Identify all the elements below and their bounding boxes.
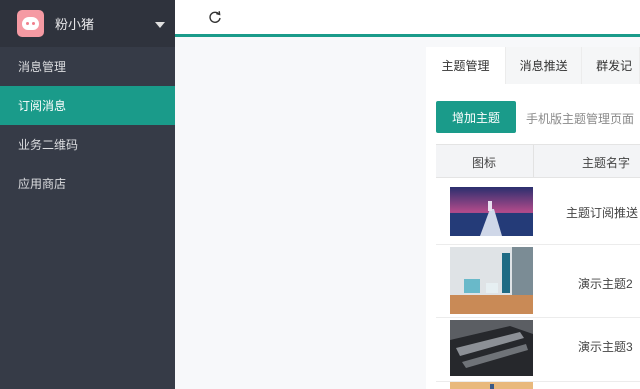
topic-thumbnail xyxy=(450,247,533,314)
brand-header[interactable]: 粉小猪 xyxy=(0,0,175,47)
topic-panel: 主题管理 消息推送 群发记 增加主题 手机版主题管理页面 图标 主题名字 主题订… xyxy=(426,47,640,389)
sidebar-item-label: 业务二维码 xyxy=(18,138,79,152)
table-row[interactable]: 演示主题2 xyxy=(436,245,640,318)
sidebar-item-business-qrcode[interactable]: 业务二维码 xyxy=(0,125,175,164)
table-header: 图标 主题名字 xyxy=(436,144,640,178)
sidebar-item-label: 应用商店 xyxy=(18,177,67,191)
topic-thumbnail xyxy=(450,320,533,376)
sidebar-item-label: 消息管理 xyxy=(18,60,67,74)
add-topic-button[interactable]: 增加主题 xyxy=(436,101,516,133)
sidebar-item-message-management[interactable]: 消息管理 xyxy=(0,47,175,86)
chevron-down-icon[interactable] xyxy=(155,22,165,28)
mobile-topic-page-hint[interactable]: 手机版主题管理页面 xyxy=(526,110,634,127)
sidebar: 粉小猪 消息管理 订阅消息 业务二维码 应用商店 xyxy=(0,0,175,389)
tab-label: 主题管理 xyxy=(441,59,490,73)
brand-name: 粉小猪 xyxy=(55,17,95,32)
tab-label: 群发记 xyxy=(596,59,633,73)
topic-thumbnail xyxy=(450,382,533,389)
column-divider xyxy=(533,145,534,177)
tab-label: 消息推送 xyxy=(519,59,568,73)
column-header-icon: 图标 xyxy=(472,156,497,170)
avatar xyxy=(17,10,44,37)
table-row[interactable]: 演示主题3 xyxy=(436,318,640,382)
topic-name: 主题订阅推送 xyxy=(566,206,639,220)
column-header-topic-name: 主题名字 xyxy=(582,156,631,170)
top-bar xyxy=(175,0,640,34)
refresh-icon[interactable] xyxy=(208,10,222,24)
tab-message-push[interactable]: 消息推送 xyxy=(505,47,583,84)
table-row[interactable]: 主题订阅推送 xyxy=(436,178,640,245)
table-row[interactable] xyxy=(436,382,640,389)
tab-bar: 主题管理 消息推送 群发记 xyxy=(426,47,640,84)
tab-mass-send-records[interactable]: 群发记 xyxy=(582,47,640,84)
sidebar-item-app-store[interactable]: 应用商店 xyxy=(0,164,175,203)
tab-topic-management[interactable]: 主题管理 xyxy=(426,47,506,84)
topic-name: 演示主题3 xyxy=(578,340,633,354)
topic-name: 演示主题2 xyxy=(578,277,633,291)
sidebar-item-subscription-messages[interactable]: 订阅消息 xyxy=(0,86,175,125)
main-content: 主题管理 消息推送 群发记 增加主题 手机版主题管理页面 图标 主题名字 主题订… xyxy=(175,37,640,389)
topic-thumbnail xyxy=(450,187,533,236)
sidebar-item-label: 订阅消息 xyxy=(18,99,67,113)
pig-logo-icon xyxy=(22,17,39,30)
